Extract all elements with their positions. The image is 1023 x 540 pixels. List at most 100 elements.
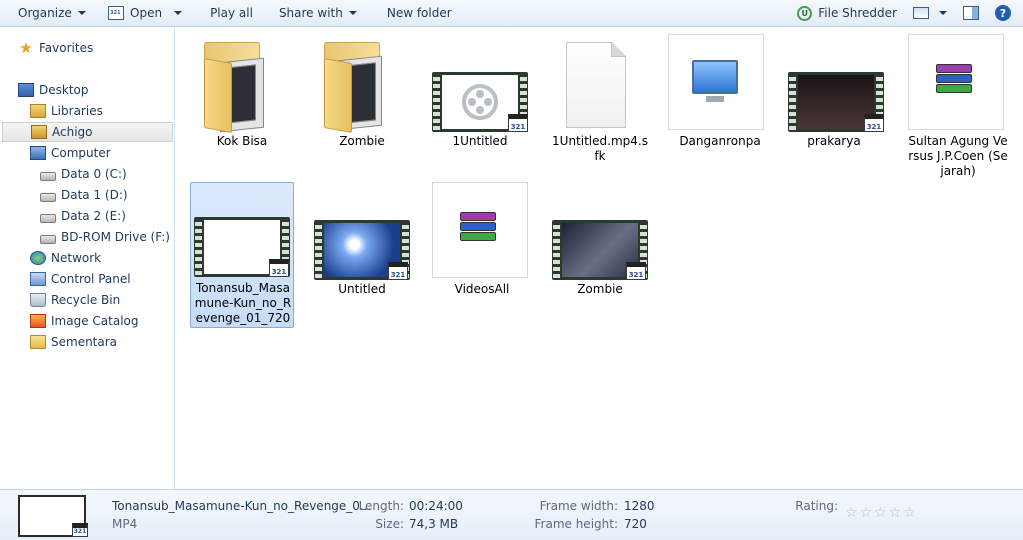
nav-achigo[interactable]: Achigo: [2, 122, 173, 142]
nav-network[interactable]: Network: [30, 248, 101, 268]
shredder-icon: U: [797, 5, 813, 21]
file-name: Untitled: [338, 282, 386, 296]
recycle-bin-icon: [30, 293, 46, 307]
nav-label: Image Catalog: [51, 314, 139, 328]
chevron-down-icon: [174, 11, 183, 15]
open-button[interactable]: Open: [100, 2, 190, 24]
nav-control-panel[interactable]: Control Panel: [30, 269, 131, 289]
nav-label: Sementara: [51, 335, 118, 349]
file-shredder-label: File Shredder: [818, 6, 897, 20]
film-reel-icon: [462, 84, 498, 120]
star-icon[interactable]: ☆: [889, 506, 902, 520]
view-icon: [913, 7, 929, 19]
star-icon[interactable]: ☆: [903, 506, 916, 520]
media-player-badge-icon: 321: [388, 262, 408, 280]
preview-pane-icon: [963, 6, 979, 20]
media-player-badge-icon: 321: [269, 259, 289, 277]
file-item[interactable]: Sultan Agung Versus J.P.Coen (Sejarah): [906, 34, 1010, 184]
folder-icon: [30, 335, 46, 349]
nav-drive-f[interactable]: BD-ROM Drive (F:): [40, 227, 170, 247]
file-name: Sultan Agung Versus J.P.Coen (Sejarah): [908, 134, 1008, 178]
file-name: 1Untitled: [452, 134, 508, 148]
new-folder-label: New folder: [386, 6, 452, 20]
winrar-archive-icon: [906, 34, 1010, 134]
file-item[interactable]: Zombie: [310, 34, 414, 164]
file-item[interactable]: Danganronpa: [668, 34, 772, 164]
nav-label: Data 2 (E:): [61, 209, 126, 223]
share-with-button[interactable]: Share with: [271, 2, 365, 24]
details-size-label: Size:: [375, 517, 404, 531]
nav-favorites[interactable]: ★ Favorites: [18, 38, 93, 58]
user-folder-icon: [31, 125, 47, 139]
image-catalog-icon: [30, 314, 46, 328]
star-icon[interactable]: ☆: [860, 506, 873, 520]
media-player-badge-icon: 321: [72, 523, 88, 537]
file-name: Tonansub_Masamune-Kun_no_Revenge_01_720: [194, 281, 292, 325]
nav-label: Computer: [51, 146, 111, 160]
file-item[interactable]: 321 prakarya: [782, 34, 886, 164]
nav-image-catalog[interactable]: Image Catalog: [30, 311, 138, 331]
chevron-down-icon: [77, 11, 86, 15]
nav-label: BD-ROM Drive (F:): [61, 230, 170, 244]
details-frame-height-value: 720: [624, 517, 647, 531]
preview-pane-button[interactable]: [955, 2, 987, 24]
file-name: 1Untitled.mp4.sfk: [552, 134, 648, 163]
media-player-badge-icon: 321: [864, 114, 884, 132]
video-thumbnail: 321: [310, 182, 414, 282]
chevron-down-icon: [348, 11, 357, 15]
details-frame-width-label: Frame width:: [539, 499, 618, 513]
file-item[interactable]: 321 Untitled: [310, 182, 414, 302]
file-item[interactable]: 321 Zombie: [548, 182, 652, 302]
desktop-shortcut-icon: [668, 34, 772, 134]
star-icon[interactable]: ☆: [874, 506, 887, 520]
nav-label: Network: [51, 251, 102, 265]
video-thumbnail: 321: [191, 183, 295, 283]
network-icon: [30, 251, 46, 265]
file-item[interactable]: VideosAll: [430, 182, 534, 302]
nav-drive-d[interactable]: Data 1 (D:): [40, 185, 128, 205]
file-item[interactable]: 1Untitled.mp4.sfk: [548, 34, 652, 164]
file-name: Zombie: [577, 282, 623, 296]
desktop-icon: [18, 83, 34, 97]
file-shredder-button[interactable]: U File Shredder: [789, 2, 905, 24]
file-name: Kok Bisa: [216, 134, 268, 148]
file-name: Zombie: [339, 134, 385, 148]
share-with-label: Share with: [278, 6, 343, 20]
star-icon[interactable]: ☆: [845, 506, 858, 520]
rating-stars[interactable]: ☆ ☆ ☆ ☆ ☆: [845, 506, 916, 520]
nav-sementara[interactable]: Sementara: [30, 332, 117, 352]
nav-computer[interactable]: Computer: [30, 143, 111, 163]
media-player-icon: [108, 6, 124, 20]
nav-drive-c[interactable]: Data 0 (C:): [40, 164, 127, 184]
nav-libraries[interactable]: Libraries: [30, 101, 103, 121]
nav-drive-e[interactable]: Data 2 (E:): [40, 206, 126, 226]
details-size-value: 74,3 MB: [409, 517, 459, 531]
file-list: Kok Bisa Zombie 321 1Untitled 1Untitled.…: [176, 28, 1023, 489]
video-thumbnail: 321: [428, 34, 532, 134]
file-name: Danganronpa: [679, 134, 761, 148]
file-item-selected[interactable]: 321 Tonansub_Masamune-Kun_no_Revenge_01_…: [190, 182, 294, 328]
libraries-icon: [30, 104, 46, 118]
details-rating-label: Rating:: [795, 499, 838, 513]
open-label: Open: [130, 6, 163, 20]
nav-desktop[interactable]: Desktop: [18, 80, 89, 100]
nav-label: Data 0 (C:): [61, 167, 127, 181]
new-folder-button[interactable]: New folder: [379, 2, 460, 24]
organize-button[interactable]: Organize: [10, 2, 90, 24]
change-view-button[interactable]: [909, 2, 951, 24]
file-item[interactable]: 321 1Untitled: [428, 34, 532, 164]
media-player-badge-icon: 321: [508, 114, 528, 132]
details-length-value: 00:24:00: [409, 499, 463, 513]
file-item[interactable]: Kok Bisa: [190, 34, 294, 164]
nav-recycle-bin[interactable]: Recycle Bin: [30, 290, 120, 310]
optical-drive-icon: [40, 234, 56, 244]
details-file-type: MP4: [112, 517, 138, 531]
video-thumbnail: 321: [548, 182, 652, 282]
play-all-button[interactable]: Play all: [202, 2, 261, 24]
play-all-label: Play all: [210, 6, 253, 20]
command-bar: Organize Open Play all Share with New fo…: [0, 0, 1023, 27]
drive-icon: [40, 192, 56, 202]
details-thumbnail: 321: [18, 495, 90, 539]
help-button[interactable]: ?: [991, 2, 1015, 24]
details-frame-width-value: 1280: [624, 499, 655, 513]
